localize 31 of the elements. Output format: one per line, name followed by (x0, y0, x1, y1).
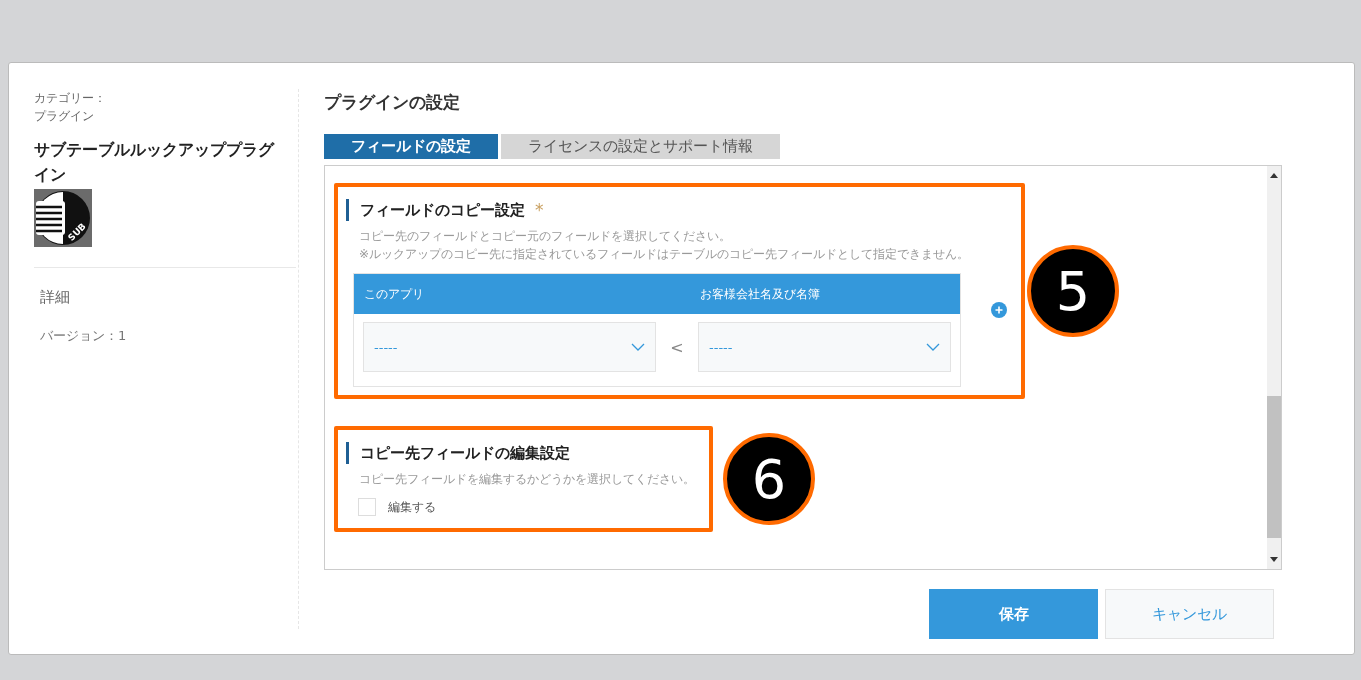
category-value: プラグイン (34, 108, 95, 125)
plugin-name: サブテーブルルックアッププラグイン (34, 139, 274, 186)
checkbox[interactable] (358, 498, 376, 516)
section-title: コピー先フィールドの編集設定 (360, 443, 570, 463)
chevron-down-icon (631, 343, 645, 351)
details-heading: 詳細 (40, 288, 71, 307)
scrollbar[interactable] (1267, 166, 1281, 569)
page-title: プラグインの設定 (324, 91, 461, 114)
section-description: コピー先のフィールドとコピー元のフィールドを選択してください。 (359, 228, 732, 245)
field-dropdown[interactable]: ----- (363, 322, 656, 372)
tab[interactable]: ライセンスの設定とサポート情報 (501, 134, 780, 159)
section-description: コピー先フィールドを編集するかどうかを選択してください。 (359, 471, 695, 488)
scroll-up-icon[interactable] (1270, 172, 1278, 178)
version-text: バージョン：1 (40, 327, 128, 345)
tab[interactable]: フィールドの設定 (324, 134, 498, 159)
required-mark: * (535, 200, 544, 220)
arrow-text: < (669, 337, 685, 357)
field-dropdown[interactable]: ----- (698, 322, 951, 372)
chevron-down-icon (926, 343, 940, 351)
checkbox-label: 編集する (388, 498, 436, 516)
step-number-badge: 6 (723, 433, 815, 525)
section-description: ※ルックアップのコピー先に指定されているフィールドはテーブルのコピー先フィールドとして指定できません。 (359, 246, 971, 263)
save-button[interactable]: 保存 (929, 589, 1098, 639)
column-header: このアプリ (363, 285, 425, 303)
section-title: フィールドのコピー設定 (360, 200, 525, 220)
step-number-badge: 5 (1027, 245, 1119, 337)
add-row-icon[interactable] (991, 302, 1007, 318)
scroll-down-icon[interactable] (1270, 557, 1278, 563)
category-label: カテゴリー： (34, 90, 107, 107)
column-header: お客様会社名及び名簿 (700, 285, 820, 303)
cancel-button[interactable]: キャンセル (1105, 589, 1274, 639)
